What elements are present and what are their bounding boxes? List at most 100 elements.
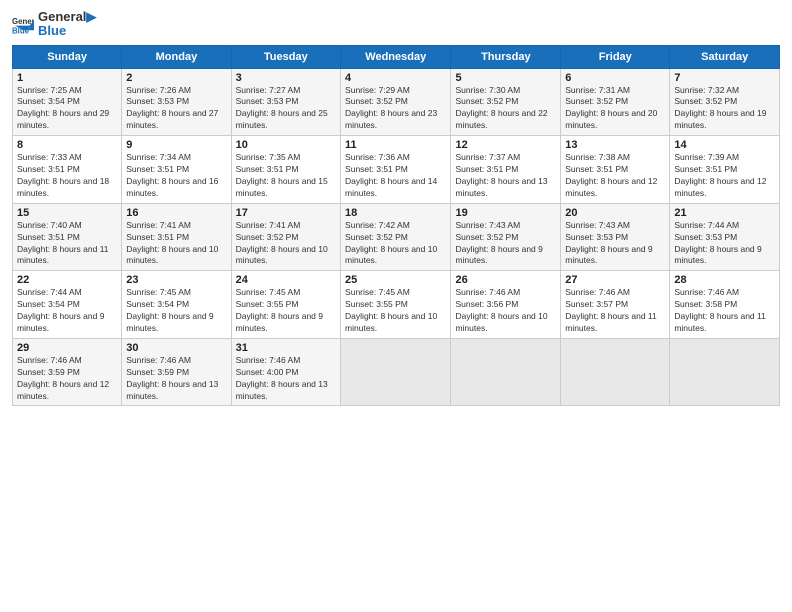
weekday-header-row: SundayMondayTuesdayWednesdayThursdayFrid… bbox=[13, 45, 780, 68]
day-number: 17 bbox=[236, 207, 336, 219]
day-info: Sunrise: 7:35 AM Sunset: 3:51 PM Dayligh… bbox=[236, 152, 336, 200]
day-number: 3 bbox=[236, 72, 336, 84]
day-info: Sunrise: 7:37 AM Sunset: 3:51 PM Dayligh… bbox=[455, 152, 556, 200]
week-row-3: 15 Sunrise: 7:40 AM Sunset: 3:51 PM Dayl… bbox=[13, 203, 780, 271]
day-info: Sunrise: 7:43 AM Sunset: 3:52 PM Dayligh… bbox=[455, 220, 556, 268]
weekday-header-tuesday: Tuesday bbox=[231, 45, 340, 68]
day-cell: 3 Sunrise: 7:27 AM Sunset: 3:53 PM Dayli… bbox=[231, 68, 340, 136]
day-cell: 23 Sunrise: 7:45 AM Sunset: 3:54 PM Dayl… bbox=[122, 271, 231, 339]
day-cell: 18 Sunrise: 7:42 AM Sunset: 3:52 PM Dayl… bbox=[341, 203, 451, 271]
weekday-header-sunday: Sunday bbox=[13, 45, 122, 68]
day-info: Sunrise: 7:33 AM Sunset: 3:51 PM Dayligh… bbox=[17, 152, 117, 200]
day-number: 25 bbox=[345, 274, 446, 286]
logo: General Blue General▶ Blue bbox=[12, 10, 96, 39]
day-info: Sunrise: 7:44 AM Sunset: 3:54 PM Dayligh… bbox=[17, 287, 117, 335]
week-row-4: 22 Sunrise: 7:44 AM Sunset: 3:54 PM Dayl… bbox=[13, 271, 780, 339]
day-info: Sunrise: 7:31 AM Sunset: 3:52 PM Dayligh… bbox=[565, 85, 665, 133]
day-number: 2 bbox=[126, 72, 226, 84]
day-cell: 22 Sunrise: 7:44 AM Sunset: 3:54 PM Dayl… bbox=[13, 271, 122, 339]
day-info: Sunrise: 7:39 AM Sunset: 3:51 PM Dayligh… bbox=[674, 152, 775, 200]
day-number: 13 bbox=[565, 139, 665, 151]
day-cell: 27 Sunrise: 7:46 AM Sunset: 3:57 PM Dayl… bbox=[561, 271, 670, 339]
day-number: 5 bbox=[455, 72, 556, 84]
day-cell: 31 Sunrise: 7:46 AM Sunset: 4:00 PM Dayl… bbox=[231, 338, 340, 406]
calendar-table: SundayMondayTuesdayWednesdayThursdayFrid… bbox=[12, 45, 780, 407]
logo-text-general: General▶ bbox=[38, 10, 96, 24]
logo-text-blue: Blue bbox=[38, 24, 96, 38]
day-cell: 11 Sunrise: 7:36 AM Sunset: 3:51 PM Dayl… bbox=[341, 136, 451, 204]
day-number: 9 bbox=[126, 139, 226, 151]
day-number: 20 bbox=[565, 207, 665, 219]
day-info: Sunrise: 7:46 AM Sunset: 3:59 PM Dayligh… bbox=[17, 355, 117, 403]
day-info: Sunrise: 7:46 AM Sunset: 3:56 PM Dayligh… bbox=[455, 287, 556, 335]
day-info: Sunrise: 7:41 AM Sunset: 3:51 PM Dayligh… bbox=[126, 220, 226, 268]
day-cell bbox=[670, 338, 780, 406]
day-cell: 20 Sunrise: 7:43 AM Sunset: 3:53 PM Dayl… bbox=[561, 203, 670, 271]
day-info: Sunrise: 7:30 AM Sunset: 3:52 PM Dayligh… bbox=[455, 85, 556, 133]
day-info: Sunrise: 7:44 AM Sunset: 3:53 PM Dayligh… bbox=[674, 220, 775, 268]
day-cell: 13 Sunrise: 7:38 AM Sunset: 3:51 PM Dayl… bbox=[561, 136, 670, 204]
week-row-2: 8 Sunrise: 7:33 AM Sunset: 3:51 PM Dayli… bbox=[13, 136, 780, 204]
day-number: 10 bbox=[236, 139, 336, 151]
day-number: 28 bbox=[674, 274, 775, 286]
weekday-header-friday: Friday bbox=[561, 45, 670, 68]
day-cell: 24 Sunrise: 7:45 AM Sunset: 3:55 PM Dayl… bbox=[231, 271, 340, 339]
day-cell: 28 Sunrise: 7:46 AM Sunset: 3:58 PM Dayl… bbox=[670, 271, 780, 339]
day-cell bbox=[561, 338, 670, 406]
day-cell: 7 Sunrise: 7:32 AM Sunset: 3:52 PM Dayli… bbox=[670, 68, 780, 136]
day-info: Sunrise: 7:46 AM Sunset: 3:57 PM Dayligh… bbox=[565, 287, 665, 335]
day-info: Sunrise: 7:38 AM Sunset: 3:51 PM Dayligh… bbox=[565, 152, 665, 200]
day-number: 16 bbox=[126, 207, 226, 219]
day-cell: 12 Sunrise: 7:37 AM Sunset: 3:51 PM Dayl… bbox=[451, 136, 561, 204]
day-cell: 30 Sunrise: 7:46 AM Sunset: 3:59 PM Dayl… bbox=[122, 338, 231, 406]
day-cell: 21 Sunrise: 7:44 AM Sunset: 3:53 PM Dayl… bbox=[670, 203, 780, 271]
day-number: 26 bbox=[455, 274, 556, 286]
day-number: 6 bbox=[565, 72, 665, 84]
day-number: 1 bbox=[17, 72, 117, 84]
day-info: Sunrise: 7:29 AM Sunset: 3:52 PM Dayligh… bbox=[345, 85, 446, 133]
day-info: Sunrise: 7:45 AM Sunset: 3:55 PM Dayligh… bbox=[236, 287, 336, 335]
page-container: General Blue General▶ Blue SundayMondayT… bbox=[0, 0, 792, 414]
day-info: Sunrise: 7:46 AM Sunset: 3:59 PM Dayligh… bbox=[126, 355, 226, 403]
day-info: Sunrise: 7:43 AM Sunset: 3:53 PM Dayligh… bbox=[565, 220, 665, 268]
day-info: Sunrise: 7:45 AM Sunset: 3:54 PM Dayligh… bbox=[126, 287, 226, 335]
day-cell: 2 Sunrise: 7:26 AM Sunset: 3:53 PM Dayli… bbox=[122, 68, 231, 136]
day-cell: 8 Sunrise: 7:33 AM Sunset: 3:51 PM Dayli… bbox=[13, 136, 122, 204]
day-info: Sunrise: 7:26 AM Sunset: 3:53 PM Dayligh… bbox=[126, 85, 226, 133]
day-number: 23 bbox=[126, 274, 226, 286]
svg-text:Blue: Blue bbox=[12, 27, 30, 36]
weekday-header-wednesday: Wednesday bbox=[341, 45, 451, 68]
day-number: 8 bbox=[17, 139, 117, 151]
day-info: Sunrise: 7:32 AM Sunset: 3:52 PM Dayligh… bbox=[674, 85, 775, 133]
weekday-header-thursday: Thursday bbox=[451, 45, 561, 68]
weekday-header-saturday: Saturday bbox=[670, 45, 780, 68]
day-cell: 10 Sunrise: 7:35 AM Sunset: 3:51 PM Dayl… bbox=[231, 136, 340, 204]
day-info: Sunrise: 7:45 AM Sunset: 3:55 PM Dayligh… bbox=[345, 287, 446, 335]
day-info: Sunrise: 7:42 AM Sunset: 3:52 PM Dayligh… bbox=[345, 220, 446, 268]
day-number: 14 bbox=[674, 139, 775, 151]
day-info: Sunrise: 7:46 AM Sunset: 4:00 PM Dayligh… bbox=[236, 355, 336, 403]
day-number: 11 bbox=[345, 139, 446, 151]
day-cell: 1 Sunrise: 7:25 AM Sunset: 3:54 PM Dayli… bbox=[13, 68, 122, 136]
header: General Blue General▶ Blue bbox=[12, 10, 780, 39]
day-info: Sunrise: 7:40 AM Sunset: 3:51 PM Dayligh… bbox=[17, 220, 117, 268]
day-number: 27 bbox=[565, 274, 665, 286]
day-cell: 25 Sunrise: 7:45 AM Sunset: 3:55 PM Dayl… bbox=[341, 271, 451, 339]
day-number: 21 bbox=[674, 207, 775, 219]
day-number: 24 bbox=[236, 274, 336, 286]
day-number: 31 bbox=[236, 342, 336, 354]
day-info: Sunrise: 7:25 AM Sunset: 3:54 PM Dayligh… bbox=[17, 85, 117, 133]
day-info: Sunrise: 7:27 AM Sunset: 3:53 PM Dayligh… bbox=[236, 85, 336, 133]
calendar-body: 1 Sunrise: 7:25 AM Sunset: 3:54 PM Dayli… bbox=[13, 68, 780, 406]
day-number: 4 bbox=[345, 72, 446, 84]
week-row-1: 1 Sunrise: 7:25 AM Sunset: 3:54 PM Dayli… bbox=[13, 68, 780, 136]
day-number: 12 bbox=[455, 139, 556, 151]
day-number: 22 bbox=[17, 274, 117, 286]
day-info: Sunrise: 7:36 AM Sunset: 3:51 PM Dayligh… bbox=[345, 152, 446, 200]
day-number: 19 bbox=[455, 207, 556, 219]
day-cell: 17 Sunrise: 7:41 AM Sunset: 3:52 PM Dayl… bbox=[231, 203, 340, 271]
week-row-5: 29 Sunrise: 7:46 AM Sunset: 3:59 PM Dayl… bbox=[13, 338, 780, 406]
weekday-header-monday: Monday bbox=[122, 45, 231, 68]
day-cell: 14 Sunrise: 7:39 AM Sunset: 3:51 PM Dayl… bbox=[670, 136, 780, 204]
day-cell: 19 Sunrise: 7:43 AM Sunset: 3:52 PM Dayl… bbox=[451, 203, 561, 271]
